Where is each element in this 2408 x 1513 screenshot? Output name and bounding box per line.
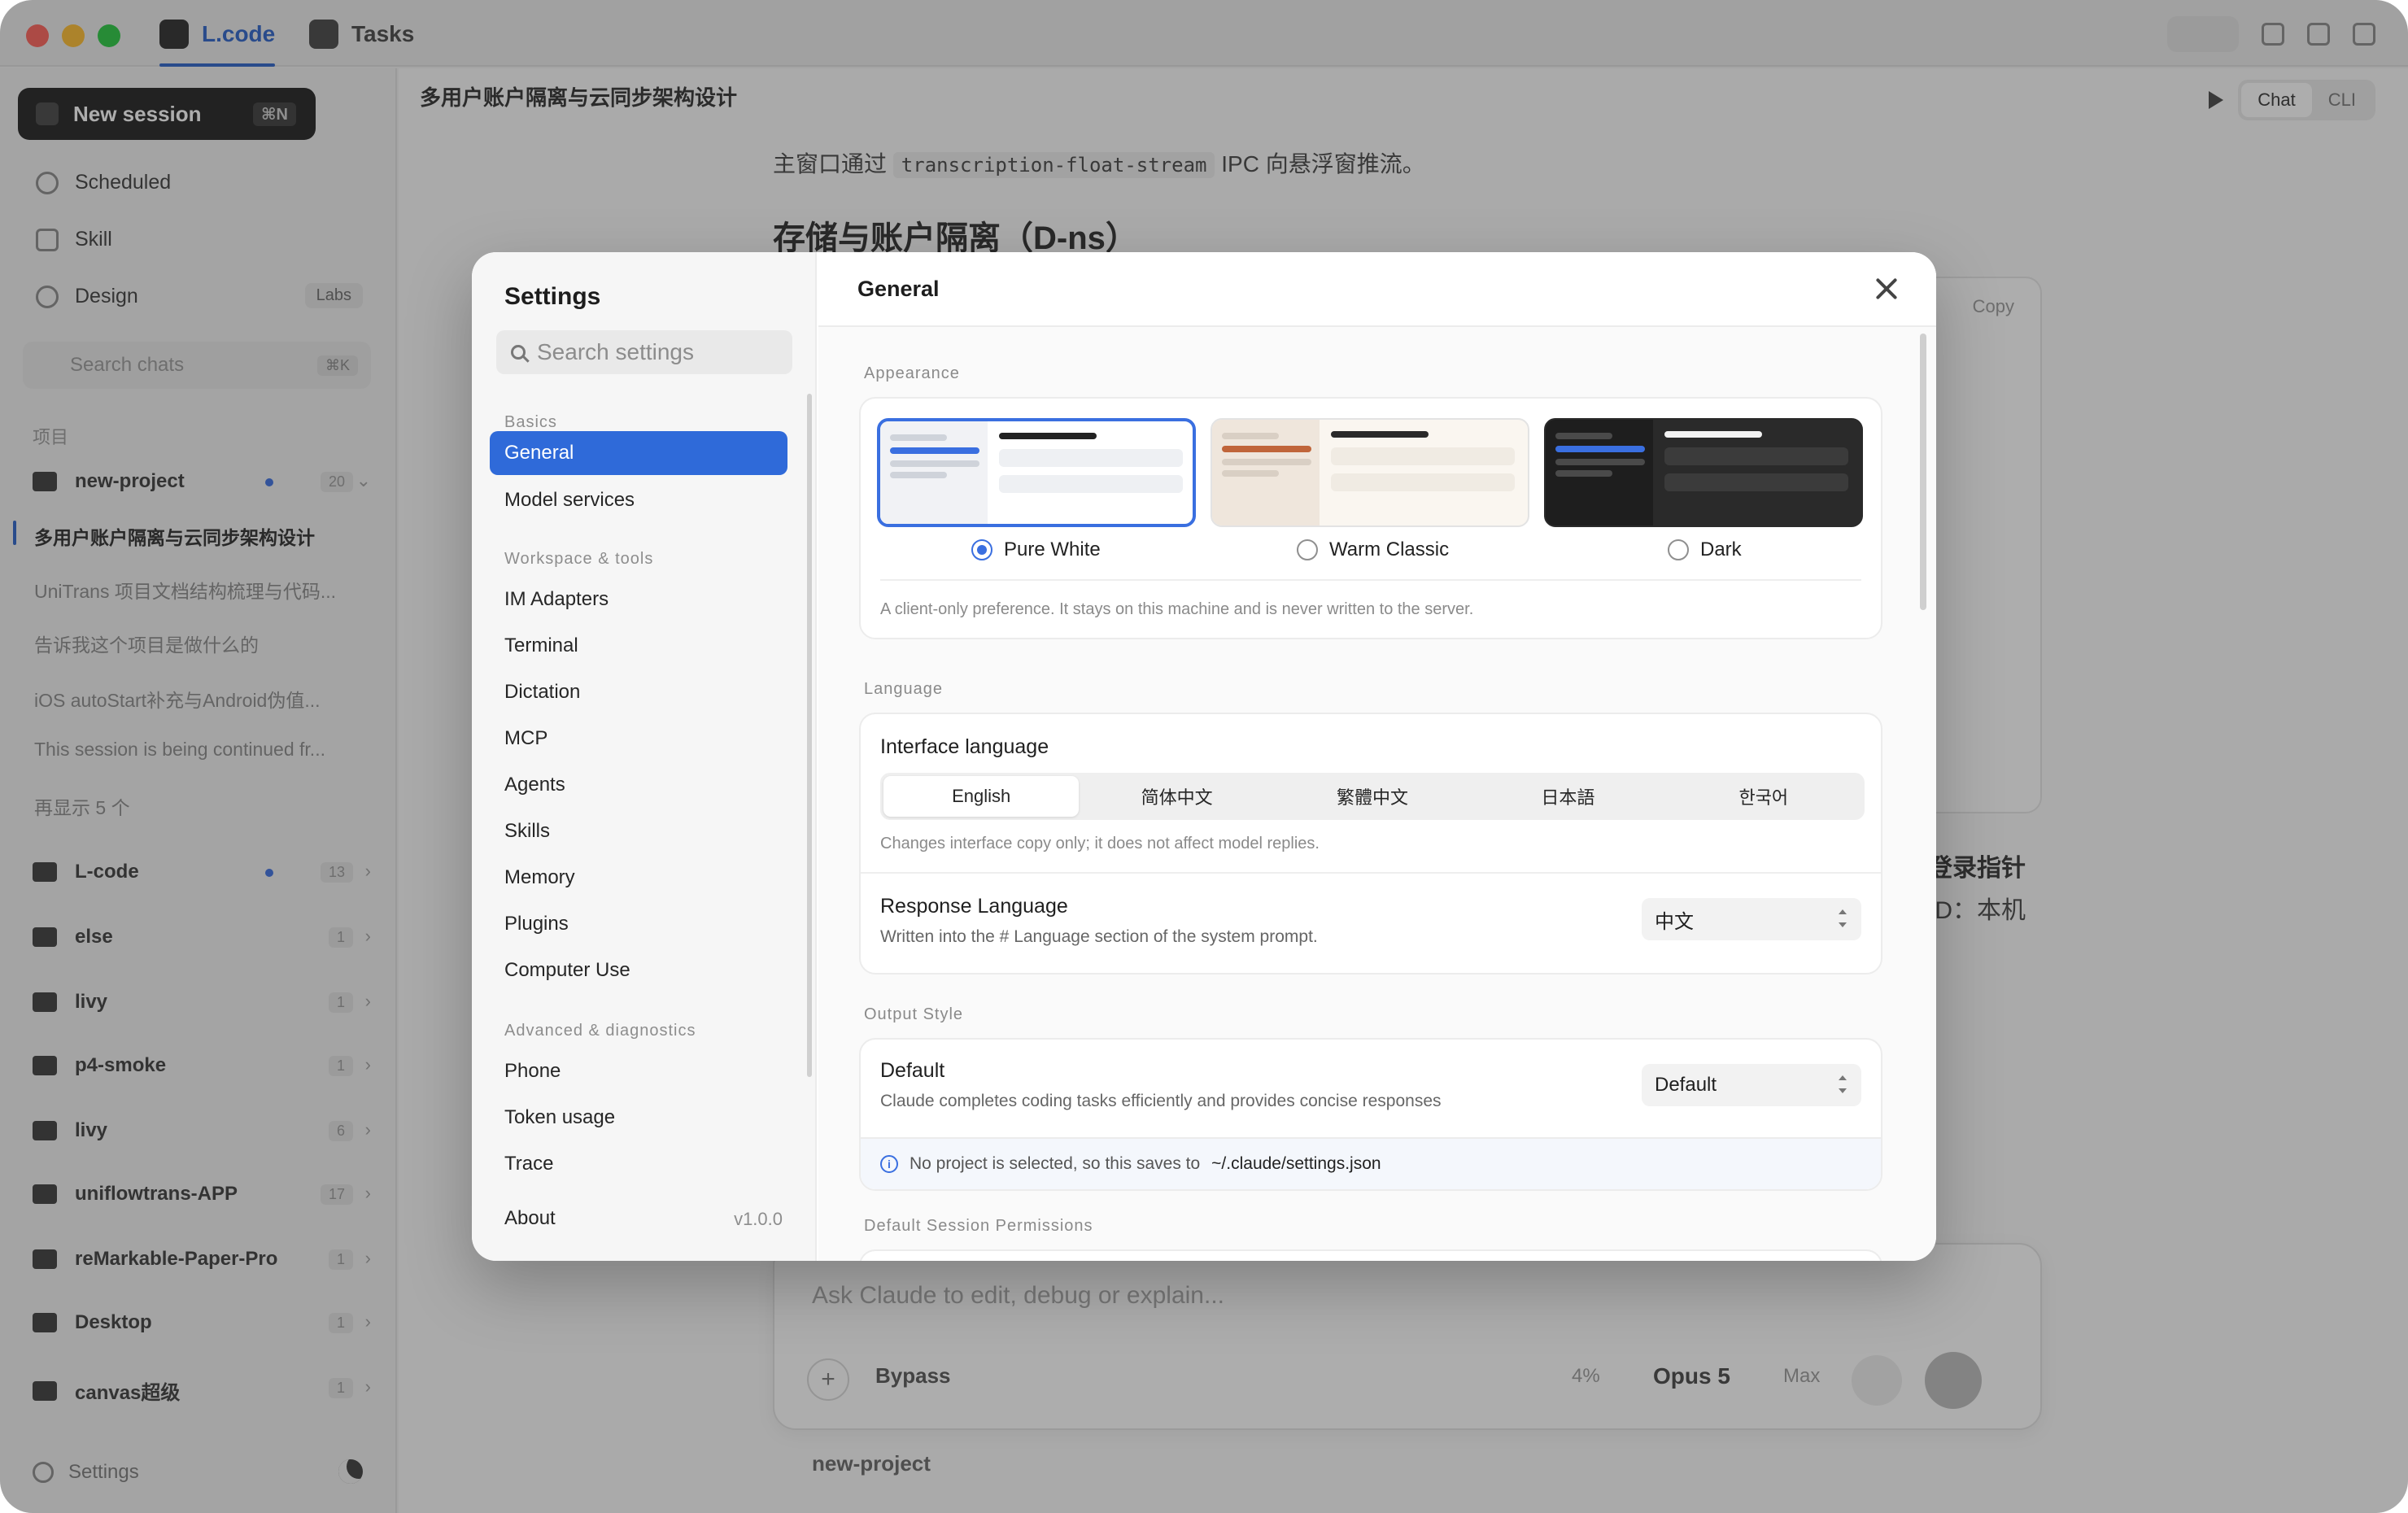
- settings-item-memory[interactable]: Memory: [490, 856, 787, 900]
- version-label: v1.0.0: [734, 1209, 783, 1229]
- output-style-sub: Claude completes coding tasks efficientl…: [880, 1092, 1442, 1110]
- settings-item-terminal[interactable]: Terminal: [490, 624, 787, 668]
- settings-item-skills[interactable]: Skills: [490, 809, 787, 853]
- nav-scrollbar[interactable]: [807, 394, 812, 1077]
- appearance-label: Appearance: [864, 364, 960, 382]
- app-window: L.code Tasks New session ⌘N Scheduled Sk…: [0, 0, 2408, 1513]
- theme-preview-dark[interactable]: [1544, 418, 1863, 527]
- settings-item-general[interactable]: General: [490, 431, 787, 475]
- settings-item-computer-use[interactable]: Computer Use: [490, 948, 787, 992]
- section-label-advanced: Advanced & diagnostics: [504, 1022, 696, 1040]
- info-path: ~/.claude/settings.json: [1211, 1154, 1381, 1173]
- appearance-hint: A client-only preference. It stays on th…: [880, 600, 1474, 618]
- response-language-title: Response Language: [880, 895, 1068, 918]
- settings-item-dictation[interactable]: Dictation: [490, 670, 787, 714]
- theme-option-pure-white[interactable]: Pure White: [971, 538, 1101, 561]
- theme-preview-pure-white[interactable]: [877, 418, 1196, 527]
- settings-item-mcp[interactable]: MCP: [490, 717, 787, 761]
- info-icon: i: [880, 1155, 898, 1173]
- settings-item-phone[interactable]: Phone: [490, 1049, 787, 1093]
- radio-selected[interactable]: [971, 539, 992, 560]
- theme-option-dark[interactable]: Dark: [1668, 538, 1742, 561]
- permissions-card: [859, 1249, 1882, 1261]
- section-label-basics: Basics: [504, 413, 557, 431]
- lang-option-korean[interactable]: 한국어: [1666, 776, 1861, 817]
- theme-preview-warm-classic[interactable]: [1211, 418, 1529, 527]
- lang-option-japanese[interactable]: 日本語: [1470, 776, 1665, 817]
- theme-option-warm-classic[interactable]: Warm Classic: [1297, 538, 1449, 561]
- output-style-card: Default Claude completes coding tasks ef…: [859, 1038, 1882, 1191]
- search-icon: [511, 345, 526, 360]
- select-value: 中文: [1655, 910, 1694, 933]
- language-label: Language: [864, 680, 943, 698]
- panel-scrollbar[interactable]: [1920, 334, 1926, 610]
- lang-option-zh-hant[interactable]: 繁體中文: [1275, 776, 1470, 817]
- permissions-label: Default Session Permissions: [864, 1217, 1093, 1235]
- settings-item-plugins[interactable]: Plugins: [490, 902, 787, 946]
- settings-item-about[interactable]: About: [504, 1207, 556, 1230]
- panel-header: General: [818, 252, 1936, 327]
- settings-item-im-adapters[interactable]: IM Adapters: [490, 578, 787, 621]
- radio[interactable]: [1668, 539, 1689, 560]
- settings-item-trace[interactable]: Trace: [490, 1142, 787, 1186]
- output-style-select[interactable]: Default: [1642, 1064, 1861, 1106]
- language-card: Interface language English 简体中文 繁體中文 日本語…: [859, 713, 1882, 975]
- lang-option-english[interactable]: English: [883, 776, 1080, 817]
- output-style-info: i No project is selected, so this saves …: [861, 1137, 1881, 1189]
- response-language-select[interactable]: 中文: [1642, 898, 1861, 940]
- interface-language-hint: Changes interface copy only; it does not…: [880, 835, 1320, 852]
- panel-title: General: [857, 277, 940, 301]
- radio[interactable]: [1297, 539, 1318, 560]
- info-text: No project is selected, so this saves to: [910, 1154, 1201, 1173]
- chevron-updown-icon: [1839, 1075, 1847, 1093]
- settings-nav: Settings Basics General Model services W…: [472, 252, 817, 1261]
- settings-title: Settings: [504, 283, 601, 310]
- output-style-label: Output Style: [864, 1005, 964, 1023]
- divider: [861, 872, 1881, 874]
- settings-dialog: Settings Basics General Model services W…: [472, 252, 1936, 1261]
- close-icon[interactable]: [1873, 275, 1900, 303]
- interface-language-segmented: English 简体中文 繁體中文 日本語 한국어: [880, 773, 1865, 820]
- settings-item-token-usage[interactable]: Token usage: [490, 1096, 787, 1140]
- chevron-updown-icon: [1839, 909, 1847, 927]
- appearance-card: Pure White Warm Classic Dark A client-on…: [859, 397, 1882, 639]
- section-label-workspace: Workspace & tools: [504, 550, 654, 568]
- settings-search: [496, 330, 792, 374]
- settings-search-input[interactable]: [537, 339, 781, 365]
- divider: [880, 579, 1861, 581]
- interface-language-title: Interface language: [880, 735, 1049, 758]
- settings-item-model-services[interactable]: Model services: [490, 478, 787, 522]
- select-value: Default: [1655, 1074, 1717, 1096]
- response-language-sub: Written into the # Language section of t…: [880, 927, 1318, 946]
- settings-item-agents[interactable]: Agents: [490, 763, 787, 807]
- lang-option-zh-hans[interactable]: 简体中文: [1079, 776, 1274, 817]
- settings-panel: General Appearance Pure White Warm Class…: [818, 252, 1936, 1261]
- output-style-title: Default: [880, 1059, 945, 1082]
